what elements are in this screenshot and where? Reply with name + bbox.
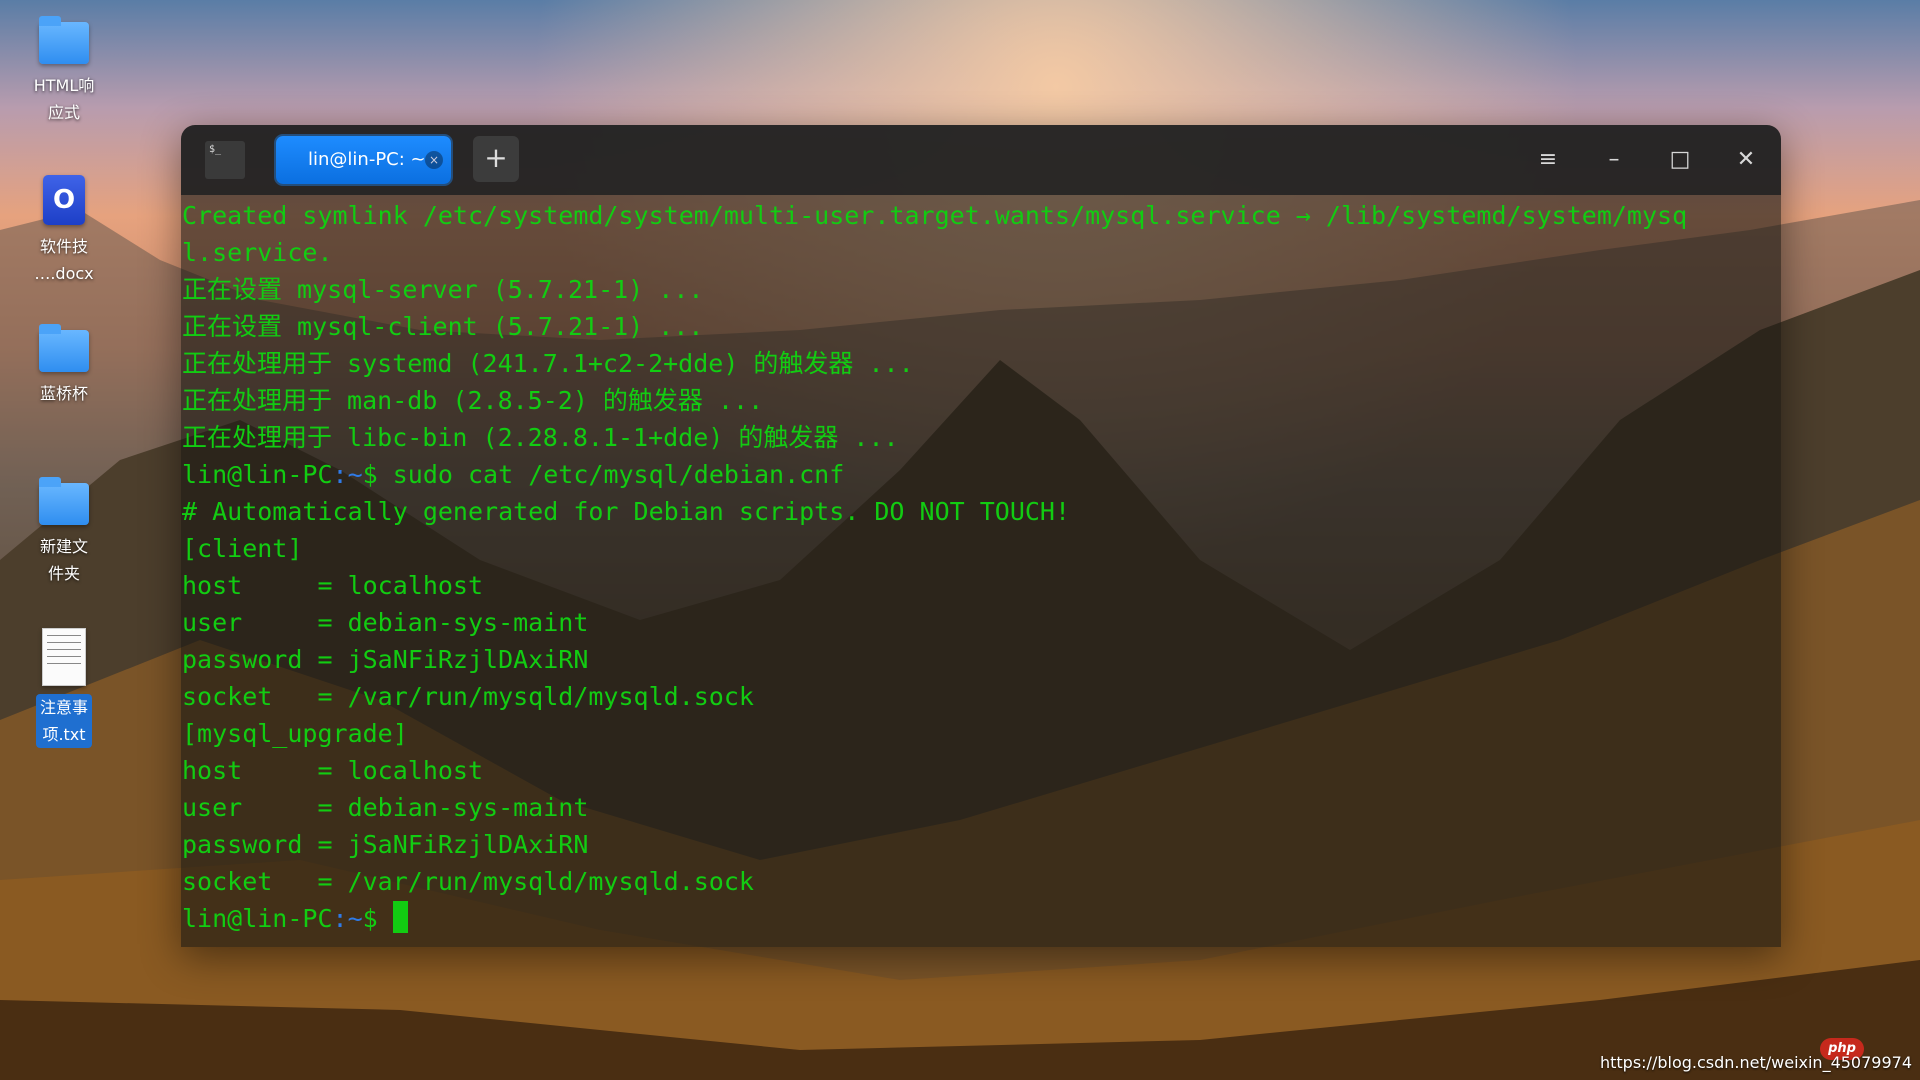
folder-icon	[39, 16, 89, 64]
output-line: # Automatically generated for Debian scr…	[182, 497, 1071, 526]
output-line: 正在处理用于 libc-bin (2.28.8.1-1+dde) 的触发器 ..…	[182, 423, 899, 452]
output-line: socket = /var/run/mysqld/mysqld.sock	[182, 867, 754, 896]
tab-terminal[interactable]: lin@lin-PC: ~ ×	[276, 136, 451, 184]
output-line: 正在设置 mysql-client (5.7.21-1) ...	[182, 312, 704, 341]
command-text: sudo cat /etc/mysql/debian.cnf	[377, 460, 845, 489]
text-file-icon	[42, 628, 86, 686]
desktop-icon-notes-txt[interactable]: 注意事 项.txt	[22, 628, 106, 748]
output-line: user = debian-sys-maint	[182, 793, 589, 822]
desktop-icon-label: HTML响 应式	[33, 76, 95, 122]
folder-icon	[39, 477, 89, 525]
prompt-path: :~	[332, 904, 363, 933]
desktop-icon-label: 注意事 项.txt	[35, 694, 92, 748]
output-line: password = jSaNFiRzjlDAxiRN	[182, 830, 589, 859]
output-line: host = localhost	[182, 571, 484, 600]
folder-icon	[39, 324, 89, 372]
maximize-button[interactable]: □	[1662, 143, 1698, 177]
add-tab-button[interactable]: +	[473, 136, 519, 182]
prompt-path: :~	[332, 460, 363, 489]
minimize-button[interactable]: –	[1596, 143, 1632, 177]
terminal-app-icon: $_	[205, 141, 245, 179]
desktop-icon-label: 新建文 件夹	[39, 537, 88, 583]
output-line: password = jSaNFiRzjlDAxiRN	[182, 645, 589, 674]
menu-icon[interactable]: ≡	[1530, 143, 1566, 177]
close-window-button[interactable]: ✕	[1728, 143, 1764, 177]
prompt-user: lin@lin-PC	[182, 904, 333, 933]
desktop-icon-lanqiao-folder[interactable]: 蓝桥杯	[22, 324, 106, 407]
output-line: 正在设置 mysql-server (5.7.21-1) ...	[182, 275, 704, 304]
output-line: socket = /var/run/mysqld/mysqld.sock	[182, 682, 754, 711]
watermark-url: https://blog.csdn.net/weixin_45079974	[1599, 1053, 1912, 1072]
desktop-icon-new-folder[interactable]: 新建文 件夹	[22, 477, 106, 587]
output-line: l.service.	[182, 238, 333, 267]
desktop-icon-docx-file[interactable]: O 软件技 ….docx	[22, 175, 106, 287]
desktop-icon-html-folder[interactable]: HTML响 应式	[22, 16, 106, 126]
output-line: 正在处理用于 systemd (241.7.1+c2-2+dde) 的触发器 .…	[182, 349, 914, 378]
output-line: [client]	[182, 534, 303, 563]
terminal-cursor	[392, 901, 408, 933]
close-tab-icon[interactable]: ×	[425, 151, 443, 169]
office-document-icon: O	[43, 175, 85, 225]
output-line: 正在处理用于 man-db (2.8.5-2) 的触发器 ...	[182, 386, 764, 415]
tab-label: lin@lin-PC: ~	[308, 149, 426, 170]
output-line: host = localhost	[182, 756, 484, 785]
output-line: Created symlink /etc/systemd/system/mult…	[182, 201, 1688, 230]
desktop-icon-label: 软件技 ….docx	[34, 237, 94, 283]
prompt-user: lin@lin-PC	[182, 460, 333, 489]
terminal-output[interactable]: Created symlink /etc/systemd/system/mult…	[182, 197, 1771, 937]
output-line: [mysql_upgrade]	[182, 719, 408, 748]
prompt-symbol: $	[362, 904, 378, 933]
output-line: user = debian-sys-maint	[182, 608, 589, 637]
desktop-icon-label: 蓝桥杯	[39, 384, 88, 403]
prompt-symbol: $	[362, 460, 378, 489]
terminal-titlebar[interactable]: $_ lin@lin-PC: ~ × + ≡ – □ ✕	[181, 125, 1781, 195]
terminal-window[interactable]: $_ lin@lin-PC: ~ × + ≡ – □ ✕ Created sym…	[181, 125, 1781, 947]
